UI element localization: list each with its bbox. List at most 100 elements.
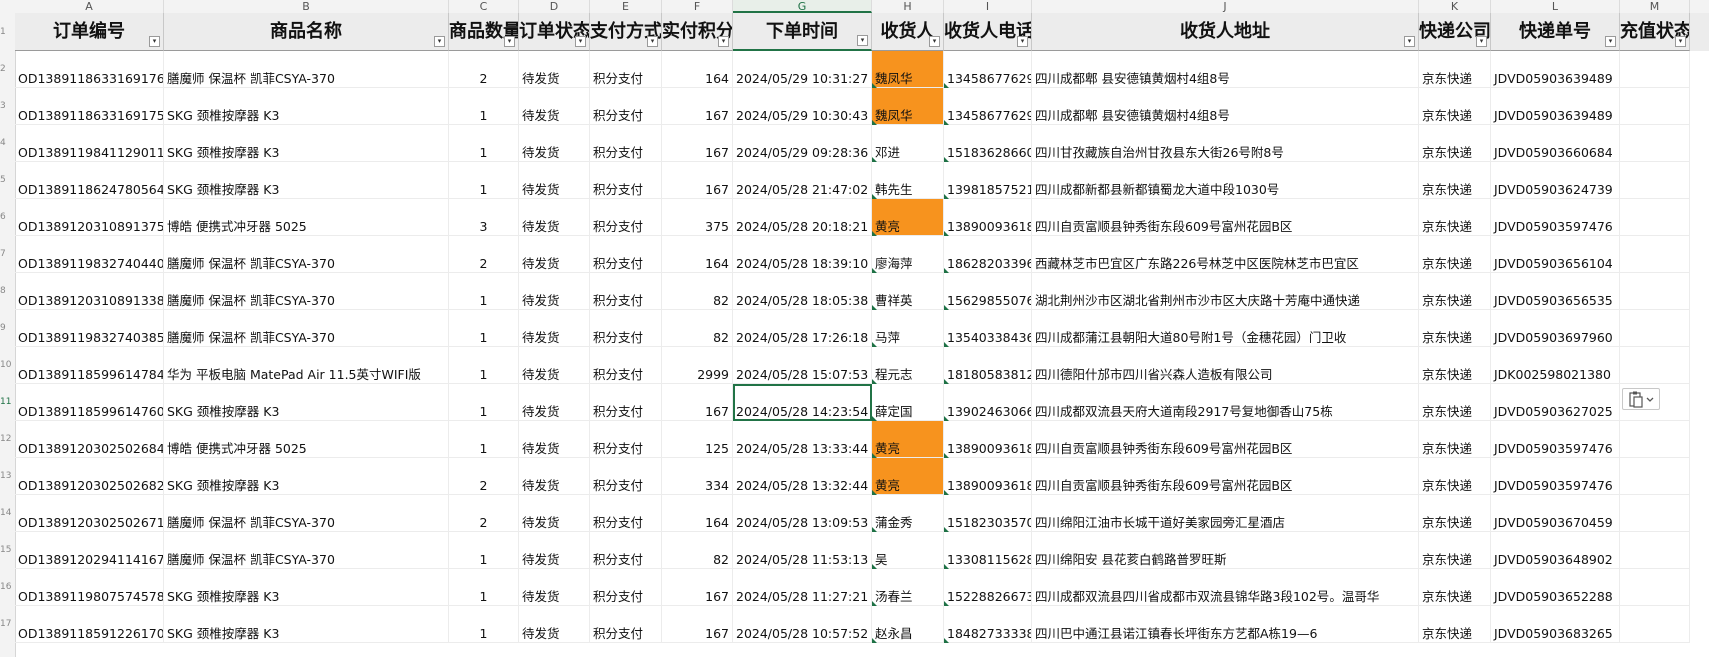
cell-empty[interactable] <box>1620 458 1690 495</box>
cell-qty[interactable]: 1 <box>449 310 519 347</box>
cell-points[interactable]: 167 <box>662 88 733 125</box>
cell-pay[interactable]: 积分支付 <box>590 384 662 421</box>
cell-name[interactable]: 黄亮 <box>872 458 944 495</box>
cell-status[interactable]: 待发货 <box>519 51 590 88</box>
row-number[interactable]: 6 <box>0 199 15 236</box>
cell-phone[interactable]: 18482733338 <box>944 606 1032 643</box>
cell-phone[interactable]: 13540338436 <box>944 310 1032 347</box>
cell-empty[interactable] <box>1620 310 1690 347</box>
cell-tracking[interactable]: JDVD05903639489 <box>1491 51 1620 88</box>
cell-product[interactable]: 膳魔师 保温杯 凯菲CSYA-370 <box>164 236 449 273</box>
cell-courier[interactable]: 京东快递 <box>1419 88 1491 125</box>
row-number[interactable]: 1 <box>0 13 15 51</box>
cell-pay[interactable]: 积分支付 <box>590 421 662 458</box>
cell-status[interactable]: 待发货 <box>519 88 590 125</box>
cell-points[interactable]: 167 <box>662 162 733 199</box>
cell-tracking[interactable]: JDVD05903652288 <box>1491 569 1620 606</box>
cell-tracking[interactable]: JDVD05903639489 <box>1491 88 1620 125</box>
cell-qty[interactable]: 3 <box>449 199 519 236</box>
cell-name[interactable]: 蒲金秀 <box>872 495 944 532</box>
cell-qty[interactable]: 1 <box>449 532 519 569</box>
cell-pay[interactable]: 积分支付 <box>590 236 662 273</box>
cell-pay[interactable]: 积分支付 <box>590 532 662 569</box>
header-cell[interactable]: 订单编号 ▾ <box>15 13 164 51</box>
cell-points[interactable]: 82 <box>662 273 733 310</box>
cell-product[interactable]: 华为 平板电脑 MatePad Air 11.5英寸WIFI版 <box>164 347 449 384</box>
row-number[interactable]: 13 <box>0 458 15 495</box>
cell-qty[interactable]: 2 <box>449 458 519 495</box>
cell-status[interactable]: 待发货 <box>519 273 590 310</box>
cell-product[interactable]: SKG 颈椎按摩器 K3 <box>164 569 449 606</box>
cell-id[interactable]: OD1389119807574578 <box>15 569 164 606</box>
cell-empty[interactable] <box>1620 125 1690 162</box>
cell-points[interactable]: 167 <box>662 569 733 606</box>
cell-id[interactable]: OD1389120310891375 <box>15 199 164 236</box>
cell-qty[interactable]: 1 <box>449 125 519 162</box>
cell-pay[interactable]: 积分支付 <box>590 310 662 347</box>
cell-qty[interactable]: 2 <box>449 495 519 532</box>
cell-name[interactable]: 汤春兰 <box>872 569 944 606</box>
cell-status[interactable]: 待发货 <box>519 532 590 569</box>
cell-courier[interactable]: 京东快递 <box>1419 347 1491 384</box>
cell-points[interactable]: 167 <box>662 125 733 162</box>
cell-addr[interactable]: 湖北荆州沙市区湖北省荆州市沙市区大庆路十芳庵中通快递 <box>1032 273 1419 310</box>
cell-product[interactable]: SKG 颈椎按摩器 K3 <box>164 88 449 125</box>
cell-pay[interactable]: 积分支付 <box>590 569 662 606</box>
column-letter-c[interactable]: C <box>449 0 519 13</box>
header-cell[interactable]: 支付方式 ▾ <box>590 13 662 51</box>
cell-name[interactable]: 廖海萍 <box>872 236 944 273</box>
header-cell[interactable]: 收货人电话 ▾ <box>944 13 1032 51</box>
cell-tracking[interactable]: JDVD05903683265 <box>1491 606 1620 643</box>
cell-id[interactable]: OD1389119841129011 <box>15 125 164 162</box>
cell-phone[interactable]: 18628203396 <box>944 236 1032 273</box>
header-cell[interactable]: 商品名称 ▾ <box>164 13 449 51</box>
cell-status[interactable]: 待发货 <box>519 421 590 458</box>
cell-id[interactable]: OD1389119832740385 <box>15 310 164 347</box>
column-letter-f[interactable]: F <box>662 0 733 13</box>
cell-empty[interactable] <box>1620 199 1690 236</box>
cell-product[interactable]: 膳魔师 保温杯 凯菲CSYA-370 <box>164 310 449 347</box>
cell-phone[interactable]: 13458677629 <box>944 88 1032 125</box>
header-cell[interactable]: 快递单号 ▾ <box>1491 13 1620 51</box>
cell-product[interactable]: SKG 颈椎按摩器 K3 <box>164 458 449 495</box>
cell-time[interactable]: 2024/05/28 11:53:13 <box>733 532 872 569</box>
cell-status[interactable]: 待发货 <box>519 495 590 532</box>
cell-courier[interactable]: 京东快递 <box>1419 606 1491 643</box>
cell-status[interactable]: 待发货 <box>519 347 590 384</box>
cell-courier[interactable]: 京东快递 <box>1419 458 1491 495</box>
cell-name[interactable]: 薛定国 <box>872 384 944 421</box>
cell-addr[interactable]: 四川成都双流县四川省成都市双流县锦华路3段102号。温哥华 <box>1032 569 1419 606</box>
filter-dropdown-icon[interactable]: ▾ <box>857 35 868 46</box>
cell-courier[interactable]: 京东快递 <box>1419 310 1491 347</box>
row-number[interactable]: 11 <box>0 384 15 421</box>
cell-tracking[interactable]: JDVD05903627025 <box>1491 384 1620 421</box>
row-number[interactable]: 17 <box>0 606 15 643</box>
column-letter-k[interactable]: K <box>1419 0 1491 13</box>
cell-status[interactable]: 待发货 <box>519 125 590 162</box>
cell-phone[interactable]: 13458677629 <box>944 51 1032 88</box>
cell-id[interactable]: OD1389118599614760 <box>15 384 164 421</box>
cell-qty[interactable]: 2 <box>449 51 519 88</box>
cell-time[interactable]: 2024/05/28 10:57:52 <box>733 606 872 643</box>
cell-empty[interactable] <box>1620 162 1690 199</box>
cell-time[interactable]: 2024/05/28 17:26:18 <box>733 310 872 347</box>
cell-status[interactable]: 待发货 <box>519 199 590 236</box>
cell-id[interactable]: OD1389118624780564 <box>15 162 164 199</box>
cell-time[interactable]: 2024/05/29 10:31:27 <box>733 51 872 88</box>
cell-qty[interactable]: 1 <box>449 273 519 310</box>
cell-empty[interactable] <box>1620 51 1690 88</box>
row-number[interactable]: 14 <box>0 495 15 532</box>
filter-dropdown-icon[interactable]: ▾ <box>718 36 729 47</box>
cell-addr[interactable]: 四川绵阳安 县花荄白鹤路普罗旺斯 <box>1032 532 1419 569</box>
column-letter-i[interactable]: I <box>944 0 1032 13</box>
cell-phone[interactable]: 18180583812 <box>944 347 1032 384</box>
cell-time[interactable]: 2024/05/28 15:07:53 <box>733 347 872 384</box>
cell-qty[interactable]: 1 <box>449 606 519 643</box>
paste-options-button[interactable] <box>1622 388 1660 410</box>
cell-qty[interactable]: 1 <box>449 88 519 125</box>
cell-qty[interactable]: 1 <box>449 384 519 421</box>
cell-courier[interactable]: 京东快递 <box>1419 125 1491 162</box>
cell-tracking[interactable]: JDVD05903660684 <box>1491 125 1620 162</box>
cell-phone[interactable]: 13902463066 <box>944 384 1032 421</box>
cell-product[interactable]: 膳魔师 保温杯 凯菲CSYA-370 <box>164 495 449 532</box>
